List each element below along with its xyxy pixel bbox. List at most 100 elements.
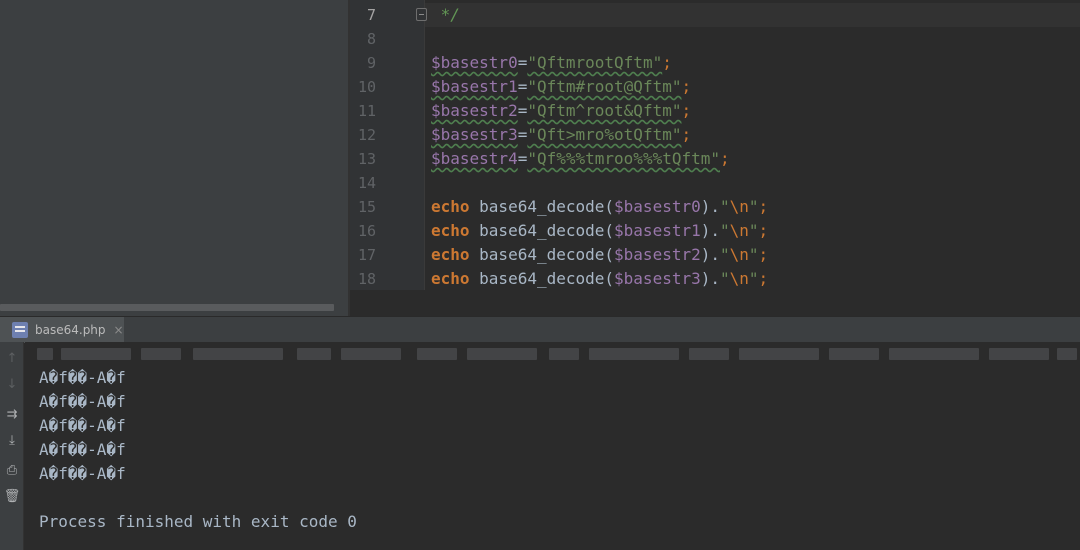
php-file-icon	[12, 322, 28, 338]
code-token: ;	[681, 77, 692, 96]
gutter-separator	[424, 0, 425, 290]
redacted-text	[37, 348, 53, 360]
output-line: A�f��-A�f	[39, 464, 126, 483]
code-token: "	[748, 269, 759, 288]
code-token: $basestr3	[614, 269, 701, 288]
redacted-text	[193, 348, 283, 360]
code-token: =	[517, 53, 528, 72]
code-token: base64_decode(	[469, 221, 615, 240]
code-line[interactable]: $basestr2="Qftm^root&Qftm";	[431, 99, 691, 123]
redacted-text	[889, 348, 979, 360]
code-token: $basestr0	[431, 53, 518, 72]
soft-wrap-icon[interactable]: ⇉	[0, 402, 24, 426]
code-token: echo	[431, 269, 470, 288]
redacted-text	[989, 348, 1049, 360]
code-token: ;	[758, 221, 769, 240]
redacted-text	[341, 348, 401, 360]
code-line[interactable]: echo base64_decode($basestr1)."\n";	[431, 219, 768, 243]
code-token: =	[517, 101, 528, 120]
line-number: 7	[366, 6, 376, 24]
code-token: "	[720, 269, 730, 288]
code-token: $basestr0	[614, 197, 701, 216]
line-number: 8	[366, 30, 376, 48]
scroll-down-icon[interactable]: ↓	[0, 372, 24, 396]
code-token: "	[748, 197, 759, 216]
output-line: A�f��-A�f	[39, 440, 126, 459]
output-line: A�f��-A�f	[39, 368, 126, 387]
output-line: A�f��-A�f	[39, 416, 126, 435]
horizontal-scrollbar[interactable]	[0, 304, 334, 311]
code-token: =	[517, 149, 528, 168]
line-number: 14	[357, 174, 376, 192]
trash-icon[interactable]: 🗑	[0, 484, 24, 508]
redacted-text	[739, 348, 819, 360]
redacted-text	[417, 348, 457, 360]
code-token: \n	[729, 245, 749, 264]
code-token: ).	[700, 245, 720, 264]
code-token: ;	[758, 269, 769, 288]
code-token: echo	[431, 245, 470, 264]
code-token: "	[720, 221, 730, 240]
code-token: ;	[681, 125, 692, 144]
code-token: base64_decode(	[469, 245, 615, 264]
redacted-command-line	[37, 346, 1080, 362]
code-line[interactable]: $basestr4="Qf%%%tmroo%%%tQftm";	[431, 147, 730, 171]
code-token: "Qft>mro%otQftm"	[527, 125, 682, 144]
line-number: 11	[357, 102, 376, 120]
code-token: echo	[431, 221, 470, 240]
code-token: ;	[662, 53, 672, 72]
code-line[interactable]: echo base64_decode($basestr2)."\n";	[431, 243, 768, 267]
fold-icon[interactable]	[416, 8, 427, 21]
code-line[interactable]: echo base64_decode($basestr3)."\n";	[431, 267, 768, 290]
line-number: 10	[357, 78, 376, 96]
line-number: 17	[357, 246, 376, 264]
code-token: base64_decode(	[469, 197, 615, 216]
scroll-to-end-icon[interactable]: ⤓	[0, 428, 24, 452]
code-token: echo	[431, 197, 470, 216]
line-number: 15	[357, 198, 376, 216]
code-token: $basestr3	[431, 125, 518, 144]
line-number: 18	[357, 270, 376, 288]
code-token: \n	[729, 269, 749, 288]
code-line[interactable]: $basestr3="Qft>mro%otQftm";	[431, 123, 691, 147]
redacted-text	[1057, 348, 1077, 360]
line-number: 13	[357, 150, 376, 168]
run-tab-label: base64.php	[35, 323, 106, 337]
console-output[interactable]: A�f��-A�f A�f��-A�f A�f��-A�f A�f��-A�f A�f�…	[25, 342, 1080, 550]
code-token: "Qftm#root@Qftm"	[527, 77, 682, 96]
run-tab-base64[interactable]: base64.php ×	[0, 317, 124, 343]
close-icon[interactable]: ×	[114, 323, 124, 337]
code-token: $basestr2	[614, 245, 701, 264]
code-token: ).	[700, 269, 720, 288]
line-number: 12	[357, 126, 376, 144]
code-token: "Qftm^root&Qftm"	[527, 101, 682, 120]
redacted-text	[829, 348, 879, 360]
code-line[interactable]: echo base64_decode($basestr0)."\n";	[431, 195, 768, 219]
code-token: \n	[729, 221, 749, 240]
print-icon[interactable]: ⎙	[0, 458, 24, 482]
line-number: 16	[357, 222, 376, 240]
code-token: ).	[700, 197, 720, 216]
code-token: ;	[758, 245, 769, 264]
code-token: ).	[700, 221, 720, 240]
code-token: $basestr4	[431, 149, 518, 168]
code-token: ;	[758, 197, 769, 216]
output-line: A�f��-A�f	[39, 392, 126, 411]
code-editor[interactable]: 7 */ 8 9 $basestr0="QftmrootQftm"; 10 $basest…	[350, 0, 1080, 290]
redacted-text	[61, 348, 131, 360]
code-token: $basestr1	[614, 221, 701, 240]
code-line[interactable]: */	[431, 3, 460, 27]
code-token: \n	[729, 197, 749, 216]
code-line[interactable]: $basestr0="QftmrootQftm";	[431, 51, 672, 75]
run-toolbar: ↑ ↓ ⇉ ⤓ ⎙ 🗑	[0, 342, 24, 550]
current-line-highlight	[425, 3, 1080, 27]
scroll-up-icon[interactable]: ↑	[0, 346, 24, 370]
redacted-text	[297, 348, 331, 360]
code-line[interactable]: $basestr1="Qftm#root@Qftm";	[431, 75, 691, 99]
code-token: base64_decode(	[469, 269, 615, 288]
redacted-text	[141, 348, 181, 360]
code-token: */	[431, 5, 460, 24]
redacted-text	[589, 348, 679, 360]
line-number: 9	[366, 54, 376, 72]
run-tab-bar: base64.php ×	[0, 316, 1080, 343]
